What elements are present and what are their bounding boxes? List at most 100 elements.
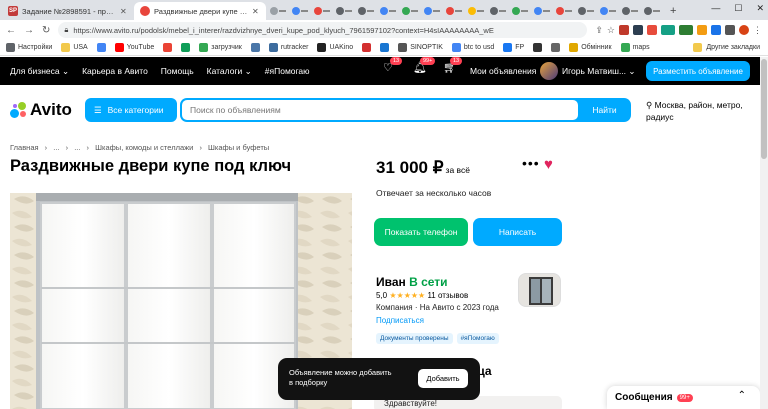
favorite-heart-icon[interactable]: ♥ xyxy=(544,156,553,173)
mini-tab[interactable] xyxy=(336,6,353,16)
bookmark-gmail[interactable] xyxy=(163,43,173,52)
bookmark-drive[interactable] xyxy=(181,43,191,52)
browser-tab-active[interactable]: Раздвижные двери купе под кл ✕ xyxy=(134,2,266,20)
bookmark-google[interactable] xyxy=(96,43,106,52)
topbar-catalogs-link[interactable]: Каталоги ⌄ xyxy=(207,66,252,77)
topbar-ihelp-link[interactable]: #яПомогаю xyxy=(265,66,310,76)
mini-tab[interactable] xyxy=(534,6,551,16)
bookmark-red[interactable] xyxy=(362,43,372,52)
bookmark-downloader[interactable]: загрузчик xyxy=(199,43,242,52)
ihelp-chip: #яПомогаю xyxy=(456,333,499,344)
extension-icon[interactable] xyxy=(697,25,707,35)
mini-tab[interactable] xyxy=(644,6,661,16)
mini-tab[interactable] xyxy=(512,6,529,16)
bookmark-maps[interactable]: maps xyxy=(620,43,650,52)
favorites-heart-icon[interactable]: ♡ 13 xyxy=(383,57,403,74)
topbar-help-link[interactable]: Помощь xyxy=(161,66,194,76)
mini-tab[interactable] xyxy=(556,6,573,16)
extensions-bar: ⇪ ☆ ⋮ xyxy=(595,25,762,36)
mini-tab[interactable] xyxy=(622,6,639,16)
menu-icon[interactable]: ⋮ xyxy=(753,25,762,36)
show-phone-button[interactable]: Показать телефон xyxy=(374,218,468,246)
mini-tab[interactable] xyxy=(270,6,287,16)
mini-tab[interactable] xyxy=(292,6,309,16)
search-input[interactable] xyxy=(182,100,578,120)
bookmark-exchanger[interactable]: Обмінник xyxy=(569,43,612,52)
topbar-business-link[interactable]: Для бизнеса ⌄ xyxy=(10,66,69,77)
extension-icon[interactable] xyxy=(711,25,721,35)
breadcrumb-ellipsis[interactable]: ... xyxy=(74,143,80,152)
notifications-bell-icon[interactable]: 🔔︎ 99+ xyxy=(413,57,436,74)
avito-logo[interactable]: Avito xyxy=(10,100,72,120)
mini-tab[interactable] xyxy=(600,6,617,16)
star-icon[interactable]: ☆ xyxy=(607,25,615,36)
browser-tab[interactable]: SP Задание №2898591 - просмотр ✕ xyxy=(2,2,134,20)
user-menu[interactable]: Игорь Матвиш... ⌄ xyxy=(540,62,636,80)
minimize-icon[interactable]: — xyxy=(711,3,720,14)
bookmark-rutracker[interactable]: rutracker xyxy=(268,43,308,52)
subscribe-link[interactable]: Подписаться xyxy=(376,316,424,325)
write-message-button[interactable]: Написать xyxy=(473,218,562,246)
bookmark-vk[interactable] xyxy=(250,43,260,52)
close-icon[interactable]: ✕ xyxy=(252,7,260,16)
mini-tab[interactable] xyxy=(402,6,419,16)
bookmark-sinoptik[interactable]: SINOPTIK xyxy=(398,43,443,52)
all-categories-button[interactable]: ☰ Все категории xyxy=(85,98,177,122)
bookmark-youtube[interactable]: YouTube xyxy=(114,43,154,52)
close-icon[interactable]: ✕ xyxy=(120,7,128,16)
extension-icon[interactable] xyxy=(619,25,629,35)
toast-add-button[interactable]: Добавить xyxy=(418,369,468,388)
more-options-icon[interactable]: ••• xyxy=(522,155,540,171)
mini-tab[interactable] xyxy=(446,6,463,16)
mini-tab[interactable] xyxy=(380,6,397,16)
mini-tab[interactable] xyxy=(468,6,485,16)
messages-widget[interactable]: Сообщения 99+ ⌃ xyxy=(607,386,760,409)
bookmark-fp[interactable]: FP xyxy=(503,43,524,52)
breadcrumb-category[interactable]: Шкафы, комоды и стеллажи xyxy=(95,143,193,152)
breadcrumb-ellipsis[interactable]: ... xyxy=(53,143,59,152)
other-bookmarks[interactable]: Другие закладки xyxy=(693,43,760,52)
seller-avatar[interactable] xyxy=(518,273,561,307)
forward-icon[interactable]: → xyxy=(24,25,34,36)
bookmark-usa[interactable]: USA xyxy=(61,43,88,52)
seller-rating[interactable]: 5,0 ★★★★★ 11 отзывов xyxy=(376,291,468,300)
seller-name[interactable]: Иван В сети xyxy=(376,275,448,289)
page-scrollbar[interactable] xyxy=(760,57,768,409)
bookmark-uakino[interactable]: UAKino xyxy=(317,43,353,52)
bookmark-blue[interactable] xyxy=(380,43,390,52)
extension-icon[interactable] xyxy=(661,25,675,35)
mini-tab[interactable] xyxy=(578,6,595,16)
new-tab-icon[interactable]: + xyxy=(670,5,676,17)
bookmark-ex[interactable] xyxy=(551,43,561,52)
favorites-badge: 13 xyxy=(390,57,403,65)
share-icon[interactable]: ⇪ xyxy=(595,25,603,36)
my-ads-link[interactable]: Мои объявления xyxy=(470,66,536,76)
breadcrumb-subcategory[interactable]: Шкафы и буфеты xyxy=(208,143,269,152)
post-ad-button[interactable]: Разместить объявление xyxy=(646,61,750,81)
location-selector[interactable]: ⚲ Москва, район, метро, радиус xyxy=(646,99,756,123)
reload-icon[interactable]: ↻ xyxy=(42,25,50,36)
search-button[interactable]: Найти xyxy=(578,98,631,122)
topbar-career-link[interactable]: Карьера в Авито xyxy=(82,66,148,76)
bookmark-bw[interactable] xyxy=(533,43,543,52)
url-field[interactable]: 🔒︎ https://www.avito.ru/podolsk/mebel_i_… xyxy=(58,22,588,38)
cart-icon[interactable]: 🛒︎ 13 xyxy=(443,57,463,74)
mini-tab[interactable] xyxy=(314,6,331,16)
profile-avatar-icon[interactable] xyxy=(739,25,749,35)
mini-tab[interactable] xyxy=(490,6,507,16)
mini-tab[interactable] xyxy=(358,6,375,16)
bookmark-btc[interactable]: btc to usd xyxy=(451,43,494,52)
mini-tab[interactable] xyxy=(424,6,441,16)
scrollbar-thumb[interactable] xyxy=(761,59,767,159)
extension-icon[interactable] xyxy=(633,25,643,35)
extension-icon[interactable] xyxy=(679,25,693,35)
maximize-icon[interactable]: ☐ xyxy=(734,3,742,14)
bookmark-settings[interactable]: Настройки xyxy=(6,43,52,52)
chevron-up-icon[interactable]: ⌃ xyxy=(738,390,746,401)
tab-title: Раздвижные двери купе под кл xyxy=(154,6,248,16)
back-icon[interactable]: ← xyxy=(6,25,16,36)
window-close-icon[interactable]: ✕ xyxy=(756,3,764,14)
extension-icon[interactable] xyxy=(647,25,657,35)
breadcrumb-home[interactable]: Главная xyxy=(10,143,39,152)
puzzle-icon[interactable] xyxy=(725,25,735,35)
